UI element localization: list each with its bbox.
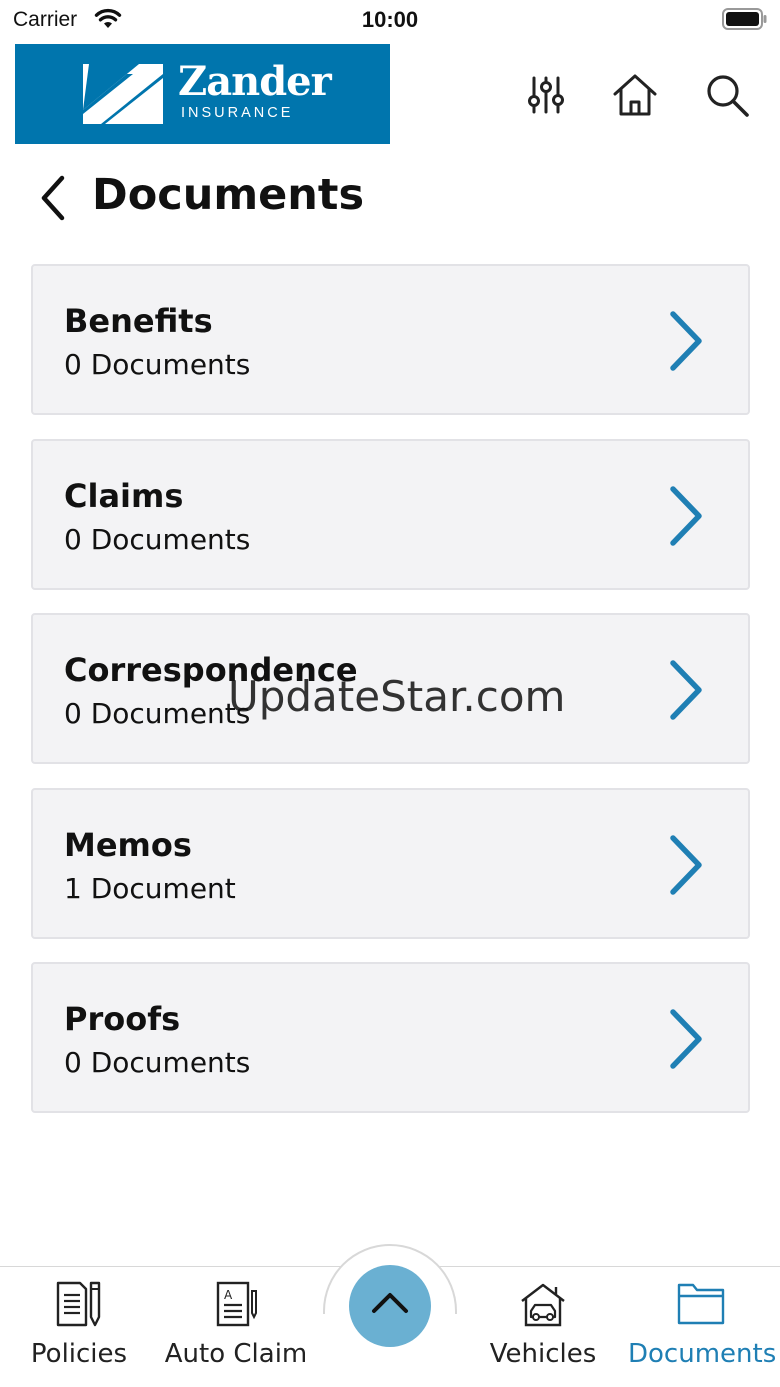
category-name: Benefits	[64, 302, 213, 340]
tab-vehicles[interactable]: Vehicles	[484, 1267, 602, 1387]
tab-auto-claim[interactable]: A Auto Claim	[164, 1267, 308, 1387]
category-name: Proofs	[64, 1000, 181, 1038]
tab-label: Vehicles	[489, 1339, 597, 1369]
svg-text:A: A	[224, 1288, 233, 1302]
page-title: Documents	[92, 170, 365, 220]
chevron-right-icon	[670, 835, 702, 895]
policy-document-icon	[56, 1281, 101, 1327]
tab-label: Policies	[30, 1339, 128, 1369]
document-category-memos[interactable]: Memos 1 Document	[31, 788, 750, 939]
document-category-claims[interactable]: Claims 0 Documents	[31, 439, 750, 590]
expand-menu-button[interactable]	[349, 1265, 431, 1347]
category-name: Claims	[64, 477, 184, 515]
brand-name: Zander	[178, 58, 332, 105]
chevron-right-icon	[670, 1009, 702, 1069]
brand-logo[interactable]: Zander INSURANCE	[15, 44, 390, 144]
status-bar: Carrier 10:00	[0, 0, 780, 40]
sliders-icon[interactable]	[523, 72, 569, 118]
vehicle-garage-icon	[521, 1283, 565, 1327]
chevron-right-icon	[670, 311, 702, 371]
category-name: Correspondence	[64, 651, 358, 689]
document-category-proofs[interactable]: Proofs 0 Documents	[31, 962, 750, 1113]
category-count: 1 Document	[64, 872, 236, 905]
category-name: Memos	[64, 826, 192, 864]
folder-icon	[677, 1283, 725, 1325]
clock: 10:00	[361, 7, 419, 32]
tab-label: Documents	[628, 1339, 777, 1369]
brand-tagline: INSURANCE	[181, 105, 294, 121]
claim-form-icon: A	[216, 1281, 257, 1327]
app-header: Zander INSURANCE	[0, 44, 780, 144]
category-count: 0 Documents	[64, 697, 251, 730]
category-count: 0 Documents	[64, 1046, 251, 1079]
chevron-right-icon	[670, 660, 702, 720]
tab-policies[interactable]: Policies	[14, 1267, 144, 1387]
chevron-right-icon	[670, 486, 702, 546]
home-icon[interactable]	[612, 72, 658, 118]
chevron-up-icon	[372, 1293, 408, 1313]
category-count: 0 Documents	[64, 523, 251, 556]
search-icon[interactable]	[704, 72, 750, 118]
document-category-benefits[interactable]: Benefits 0 Documents	[31, 264, 750, 415]
page-header: Documents	[0, 170, 780, 230]
document-category-correspondence[interactable]: Correspondence 0 Documents	[31, 613, 750, 764]
category-count: 0 Documents	[64, 348, 251, 381]
tab-label: Auto Claim	[164, 1339, 308, 1369]
zander-logo-mark-icon	[83, 64, 163, 124]
battery-icon	[722, 8, 767, 30]
tab-documents[interactable]: Documents	[628, 1267, 777, 1387]
back-chevron-icon[interactable]	[36, 172, 70, 224]
